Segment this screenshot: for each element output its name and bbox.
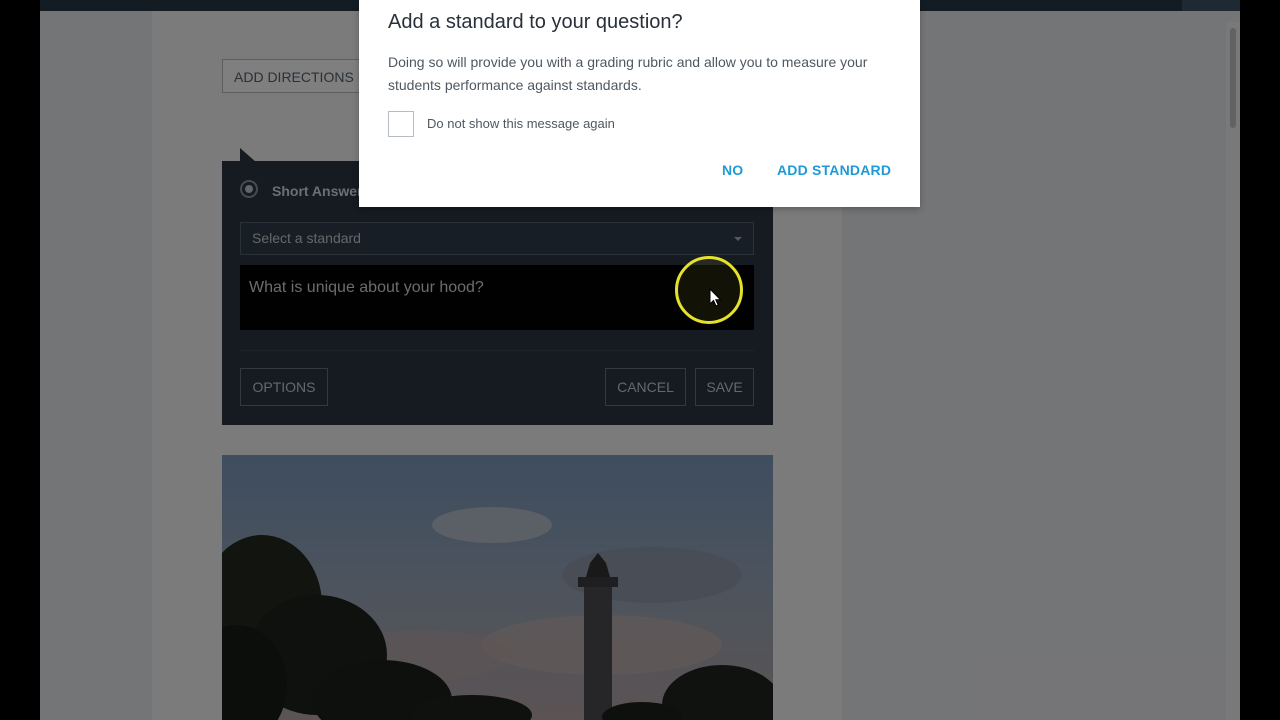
no-button[interactable]: NO xyxy=(722,162,743,178)
add-standard-button[interactable]: ADD STANDARD xyxy=(777,162,891,178)
add-standard-dialog: Add a standard to your question? Doing s… xyxy=(359,0,920,207)
screen: ADD DIRECTIONS I Short Answer Select a s… xyxy=(0,0,1280,720)
dont-show-again-checkbox[interactable] xyxy=(388,111,414,137)
mouse-pointer-icon xyxy=(709,288,722,307)
dialog-message: Doing so will provide you with a grading… xyxy=(388,54,868,93)
dialog-title: Add a standard to your question? xyxy=(388,11,683,33)
dont-show-again-label[interactable]: Do not show this message again xyxy=(427,116,615,131)
